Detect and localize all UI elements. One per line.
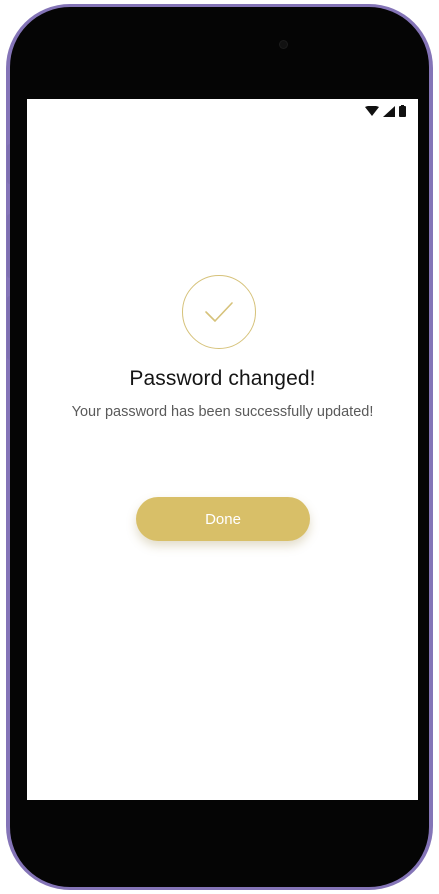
app-screen: Password changed! Your password has been… [27, 99, 418, 800]
wifi-icon [365, 104, 379, 122]
front-camera [280, 41, 287, 48]
cellular-signal-icon [383, 104, 395, 122]
page-title: Password changed! [129, 367, 316, 390]
checkmark-circle-icon [182, 275, 256, 349]
battery-icon [399, 104, 406, 122]
success-message: Your password has been successfully upda… [71, 404, 374, 420]
done-button[interactable]: Done [136, 497, 310, 541]
status-bar [365, 105, 406, 121]
